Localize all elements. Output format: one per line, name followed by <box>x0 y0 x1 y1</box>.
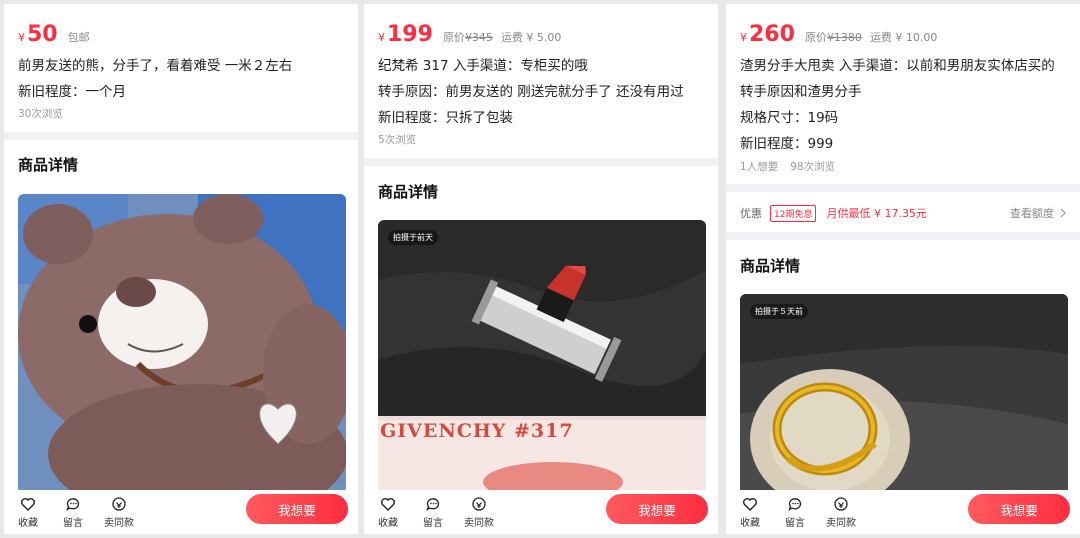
listing-card-2: ¥ 199 原价 ¥345 运费 ¥ 5.00 纪梵希 317 入手渠道：专柜买… <box>364 4 718 534</box>
comment-icon <box>66 498 80 511</box>
price: 50 <box>27 22 58 47</box>
favorite-label: 收藏 <box>18 518 38 529</box>
view-quota-link[interactable]: 查看额度 <box>1010 205 1068 221</box>
view-count: 98次浏览 <box>790 161 836 173</box>
comment-action[interactable]: 留言 <box>785 496 805 529</box>
want-button[interactable]: 我想要 <box>968 494 1070 524</box>
want-button[interactable]: 我想要 <box>606 494 708 524</box>
comment-label: 留言 <box>785 518 805 529</box>
shipping-label: 运费 ¥ 5.00 <box>500 31 562 44</box>
price-row: ¥ 199 原价 ¥345 运费 ¥ 5.00 <box>378 22 569 47</box>
favorite-label: 收藏 <box>378 518 398 529</box>
original-price-label: 原价 <box>442 31 465 44</box>
lipstick-image <box>378 220 706 494</box>
original-price-label: 原价 <box>804 31 827 44</box>
currency-symbol: ¥ <box>740 31 747 44</box>
sell-similar-action[interactable]: 卖同款 <box>104 496 134 529</box>
view-count: 30次浏览 <box>18 108 63 120</box>
want-count: 1人想要 <box>740 161 779 173</box>
item-condition: 新旧程度：只拆了包装 <box>378 110 513 126</box>
item-reason: 转手原因和渣男分手 <box>740 84 862 100</box>
detail-title: 商品详情 <box>740 257 801 275</box>
section-divider <box>726 232 1080 240</box>
shipping-label: 运费 ¥ 10.00 <box>869 31 938 44</box>
comment-action[interactable]: 留言 <box>63 496 83 529</box>
photo-caption: GIVENCHY #317 <box>380 420 574 442</box>
sell-similar-action[interactable]: 卖同款 <box>464 496 494 529</box>
want-button[interactable]: 我想要 <box>246 494 348 524</box>
price: 260 <box>749 22 795 47</box>
action-bar: 收藏 留言 卖同款 我想要 <box>364 490 718 534</box>
gold-ring-image <box>740 294 1068 494</box>
item-photo[interactable]: 拍摄于５天前 <box>740 294 1068 494</box>
comment-icon <box>788 498 802 511</box>
action-bar: 收藏 留言 卖同款 我想要 <box>4 490 358 534</box>
item-condition: 新旧程度：999 <box>740 136 834 152</box>
photo-time-tag: 拍摄于５天前 <box>750 304 808 319</box>
item-photo[interactable] <box>18 194 346 494</box>
item-condition: 新旧程度：一个月 <box>18 84 126 100</box>
interest-free-badge: 12期免息 <box>770 204 817 222</box>
heart-icon <box>21 498 35 511</box>
section-divider <box>4 132 358 140</box>
item-title: 渣男分手大甩卖 入手渠道：以前和男朋友实体店买的 <box>740 58 1055 74</box>
comment-action[interactable]: 留言 <box>423 496 443 529</box>
favorite-action[interactable]: 收藏 <box>378 496 398 529</box>
comment-label: 留言 <box>63 518 83 529</box>
heart-icon <box>381 498 395 511</box>
currency-symbol: ¥ <box>18 31 25 44</box>
action-bar: 收藏 留言 卖同款 我想要 <box>726 490 1080 534</box>
price-row: ¥ 260 原价 ¥1380 运费 ¥ 10.00 <box>740 22 945 47</box>
favorite-action[interactable]: 收藏 <box>740 496 760 529</box>
photo-time-tag: 拍摄于前天 <box>388 230 438 245</box>
view-count: 5次浏览 <box>378 134 417 146</box>
item-reason: 转手原因：前男友送的 刚送完就分手了 还没有用过 <box>378 84 684 100</box>
item-photo[interactable]: 拍摄于前天 GIVENCHY #317 <box>378 220 706 494</box>
comment-label: 留言 <box>423 518 443 529</box>
currency-symbol: ¥ <box>378 31 385 44</box>
section-divider <box>726 184 1080 192</box>
heart-icon <box>743 498 757 511</box>
sell-similar-label: 卖同款 <box>464 518 494 529</box>
sell-similar-icon <box>112 497 126 511</box>
original-price: ¥345 <box>464 31 493 44</box>
favorite-action[interactable]: 收藏 <box>18 496 38 529</box>
sell-similar-action[interactable]: 卖同款 <box>826 496 856 529</box>
shipping-label: 包邮 <box>67 31 90 44</box>
section-divider <box>364 158 718 166</box>
detail-title: 商品详情 <box>18 156 79 174</box>
item-stats: 5次浏览 <box>378 132 416 147</box>
listing-card-3: ¥ 260 原价 ¥1380 运费 ¥ 10.00 渣男分手大甩卖 入手渠道：以… <box>726 4 1080 534</box>
item-title: 前男友送的熊，分手了，看着难受 一米２左右 <box>18 58 293 74</box>
item-stats: 30次浏览 <box>18 106 63 121</box>
comment-icon <box>426 498 440 511</box>
original-price: ¥1380 <box>826 31 862 44</box>
sell-similar-label: 卖同款 <box>826 518 856 529</box>
detail-title: 商品详情 <box>378 183 439 201</box>
item-size: 规格尺寸：19码 <box>740 110 839 126</box>
price-row: ¥ 50 包邮 <box>18 22 98 47</box>
item-title: 纪梵希 317 入手渠道：专柜买的哦 <box>378 58 588 74</box>
chevron-right-icon <box>1060 208 1066 218</box>
promo-label: 优惠 <box>740 207 762 220</box>
sell-similar-icon <box>834 497 848 511</box>
monthly-payment: 月供最低 ¥ 17.35元 <box>826 207 927 220</box>
listing-card-1: ¥ 50 包邮 前男友送的熊，分手了，看着难受 一米２左右 新旧程度：一个月 3… <box>4 4 358 534</box>
installment-promo[interactable]: 优惠 12期免息 月供最低 ¥ 17.35元 查看额度 <box>726 196 1080 230</box>
sell-similar-label: 卖同款 <box>104 518 134 529</box>
item-stats: 1人想要 98次浏览 <box>740 159 835 174</box>
view-quota-label: 查看额度 <box>1010 207 1054 220</box>
teddy-bear-image <box>18 194 346 494</box>
sell-similar-icon <box>472 497 486 511</box>
price: 199 <box>387 22 433 47</box>
favorite-label: 收藏 <box>740 518 760 529</box>
